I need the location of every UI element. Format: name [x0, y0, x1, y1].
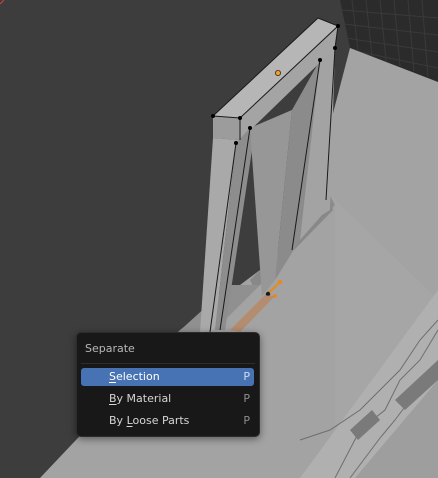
- shortcut-hint: P: [243, 414, 250, 427]
- menu-item-label: By Material: [109, 392, 172, 405]
- menu-item-by-loose-parts[interactable]: By Loose Parts P: [81, 412, 254, 430]
- cursor-marker: [0, 0, 5, 5]
- object-origin-dot: [274, 70, 281, 77]
- menu-title: Separate: [85, 342, 135, 355]
- menu-item-selection[interactable]: Selection P: [81, 368, 254, 386]
- menu-item-label: Selection: [109, 370, 160, 383]
- shortcut-hint: P: [243, 392, 250, 405]
- menu-item-by-material[interactable]: By Material P: [81, 390, 254, 408]
- shortcut-hint: P: [243, 370, 250, 383]
- menu-divider: [81, 363, 255, 364]
- 3d-viewport[interactable]: Separate Selection P By Material P By Lo…: [0, 0, 438, 478]
- menu-item-label: By Loose Parts: [109, 414, 190, 427]
- separate-menu: Separate Selection P By Material P By Lo…: [76, 332, 260, 437]
